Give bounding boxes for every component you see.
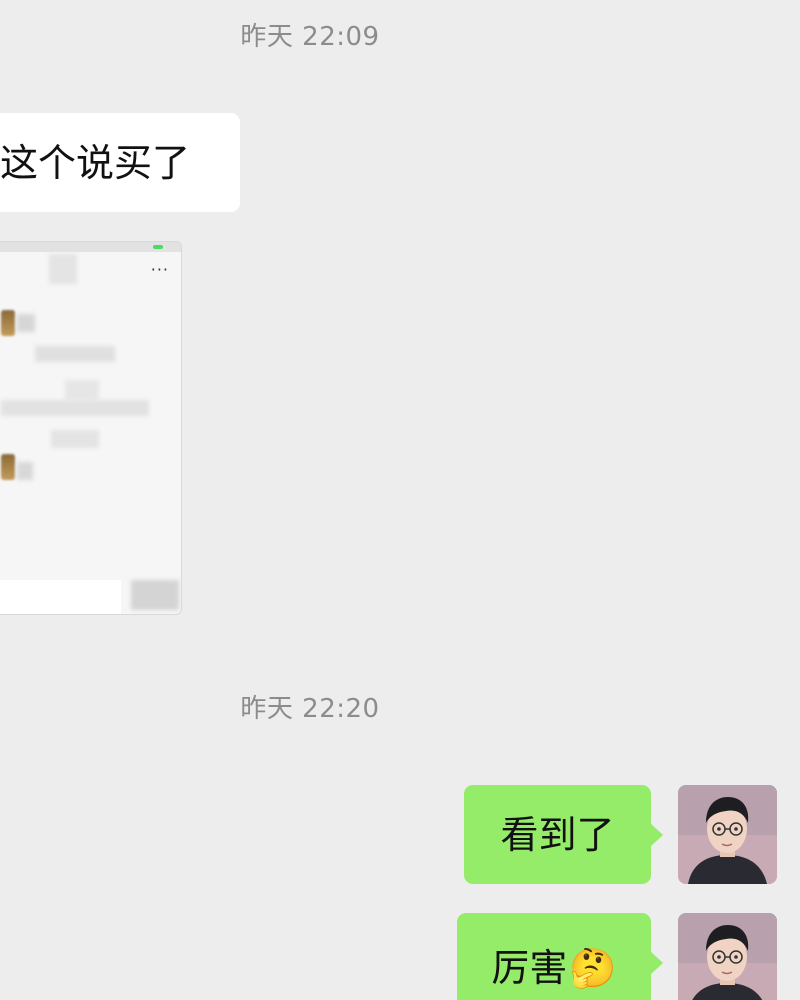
avatar-portrait-icon <box>678 785 777 884</box>
chat-view: 昨天 22:09 这个说买了 ··· 昨天 22:20 看到了 厉害 🤔 <box>0 0 800 1000</box>
battery-icon <box>153 245 163 249</box>
blurred-thumbnail <box>1 454 15 480</box>
blurred-region <box>65 380 99 400</box>
blurred-region <box>17 314 35 332</box>
screenshot-bottom-bar <box>0 580 121 614</box>
screenshot-status-bar <box>0 242 181 252</box>
blurred-region <box>131 580 179 610</box>
incoming-message-bubble[interactable]: 这个说买了 <box>0 113 240 212</box>
avatar[interactable] <box>678 913 777 1000</box>
blurred-region <box>49 254 77 284</box>
thinking-emoji-icon: 🤔 <box>569 946 617 990</box>
outgoing-message-bubble[interactable]: 厉害 🤔 <box>457 913 663 1000</box>
blurred-thumbnail <box>1 310 15 336</box>
blurred-region <box>35 346 115 362</box>
blurred-region <box>51 430 99 448</box>
blurred-region <box>1 400 149 416</box>
timestamp: 昨天 22:09 <box>240 22 380 52</box>
avatar[interactable] <box>678 785 777 884</box>
incoming-image-message[interactable]: ··· <box>0 241 182 615</box>
timestamp: 昨天 22:20 <box>240 694 380 724</box>
avatar-portrait-icon <box>678 913 777 1000</box>
message-text: 这个说买了 <box>0 140 191 185</box>
message-text: 厉害 <box>491 946 568 990</box>
message-text: 看到了 <box>500 812 615 857</box>
outgoing-message-bubble[interactable]: 看到了 <box>464 785 663 884</box>
blurred-region <box>17 462 33 480</box>
more-icon: ··· <box>150 260 169 279</box>
